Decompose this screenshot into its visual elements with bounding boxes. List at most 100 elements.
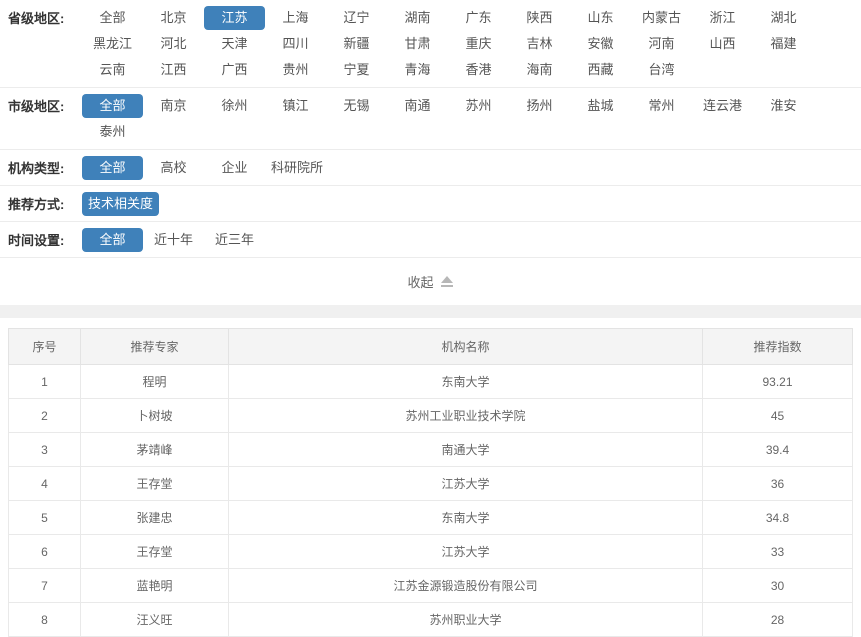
filter-label-province: 省级地区: [0,5,82,27]
expert-name: 蓝艳明 [81,569,229,603]
row-index: 4 [9,467,81,501]
filter-option-city[interactable]: 连云港 [692,94,753,118]
filter-option-province[interactable]: 安徽 [570,32,631,56]
filter-option-city[interactable]: 淮安 [753,94,814,118]
experts-table: 序号推荐专家机构名称推荐指数 1程明东南大学93.212卜树坡苏州工业职业技术学… [8,328,853,637]
row-index: 3 [9,433,81,467]
filter-options-rec-method: 技术相关度 [82,191,861,217]
org-name: 苏州职业大学 [229,603,703,637]
filter-option-province[interactable]: 浙江 [692,6,753,30]
filter-option-city[interactable]: 泰州 [82,120,143,144]
filter-option-province[interactable]: 天津 [204,32,265,56]
filter-option-province[interactable]: 青海 [387,58,448,82]
filter-option-province[interactable]: 河南 [631,32,692,56]
filter-option-province[interactable]: 黑龙江 [82,32,143,56]
filter-option-province[interactable]: 香港 [448,58,509,82]
expert-name: 程明 [81,365,229,399]
filter-option-province[interactable]: 内蒙古 [631,6,692,30]
filter-option-province[interactable]: 江西 [143,58,204,82]
expert-name: 卜树坡 [81,399,229,433]
filter-options-org-type: 全部高校企业科研院所 [82,155,861,181]
filter-option-city[interactable]: 无锡 [326,94,387,118]
filter-option-city[interactable]: 南京 [143,94,204,118]
filter-option-province[interactable]: 山东 [570,6,631,30]
filter-section-rec-method: 推荐方式:技术相关度 [0,186,861,222]
filter-option-org-type[interactable]: 高校 [143,156,204,180]
filter-option-city[interactable]: 南通 [387,94,448,118]
filter-option-time-range[interactable]: 近三年 [204,228,265,252]
filter-option-province[interactable]: 重庆 [448,32,509,56]
filter-section-city: 市级地区:全部南京徐州镇江无锡南通苏州扬州盐城常州连云港淮安泰州 [0,88,861,150]
score-value: 93.21 [703,365,853,399]
score-value: 45 [703,399,853,433]
filter-option-province[interactable]: 全部 [82,6,143,30]
org-name: 江苏大学 [229,535,703,569]
filter-option-province[interactable]: 新疆 [326,32,387,56]
table-row: 7蓝艳明江苏金源锻造股份有限公司30 [9,569,853,603]
filter-option-city[interactable]: 镇江 [265,94,326,118]
filter-panel: 省级地区:全部北京江苏上海辽宁湖南广东陕西山东内蒙古浙江湖北黑龙江河北天津四川新… [0,0,861,258]
filter-option-province[interactable]: 北京 [143,6,204,30]
filter-option-province[interactable]: 陕西 [509,6,570,30]
filter-option-city[interactable]: 盐城 [570,94,631,118]
table-row: 2卜树坡苏州工业职业技术学院45 [9,399,853,433]
column-header: 机构名称 [229,329,703,365]
org-name: 苏州工业职业技术学院 [229,399,703,433]
filter-option-province[interactable]: 云南 [82,58,143,82]
collapse-toggle[interactable]: 收起 [407,272,453,291]
expert-name: 王存堂 [81,535,229,569]
filter-option-province[interactable]: 福建 [753,32,814,56]
filter-option-province[interactable]: 西藏 [570,58,631,82]
filter-option-city[interactable]: 常州 [631,94,692,118]
table-row: 8汪义旺苏州职业大学28 [9,603,853,637]
filter-option-province[interactable]: 四川 [265,32,326,56]
filter-option-province[interactable]: 广西 [204,58,265,82]
filter-option-city[interactable]: 苏州 [448,94,509,118]
filter-label-time-range: 时间设置: [0,227,82,249]
org-name: 东南大学 [229,365,703,399]
filter-option-province[interactable]: 湖北 [753,6,814,30]
filter-option-province[interactable]: 辽宁 [326,6,387,30]
filter-options-time-range: 全部近十年近三年 [82,227,861,253]
filter-label-rec-method: 推荐方式: [0,191,82,213]
filter-label-org-type: 机构类型: [0,155,82,177]
filter-options-city: 全部南京徐州镇江无锡南通苏州扬州盐城常州连云港淮安泰州 [82,93,861,145]
filter-option-city[interactable]: 全部 [82,94,143,118]
filter-option-province[interactable]: 广东 [448,6,509,30]
filter-option-rec-method[interactable]: 技术相关度 [82,192,159,216]
filter-option-city[interactable]: 徐州 [204,94,265,118]
org-name: 东南大学 [229,501,703,535]
results-table-container: 序号推荐专家机构名称推荐指数 1程明东南大学93.212卜树坡苏州工业职业技术学… [8,328,853,637]
filter-option-province[interactable]: 江苏 [204,6,265,30]
filter-option-org-type[interactable]: 企业 [204,156,265,180]
filter-option-province[interactable]: 宁夏 [326,58,387,82]
filter-section-time-range: 时间设置:全部近十年近三年 [0,222,861,258]
expert-name: 汪义旺 [81,603,229,637]
org-name: 江苏大学 [229,467,703,501]
filter-option-province[interactable]: 山西 [692,32,753,56]
filter-option-province[interactable]: 河北 [143,32,204,56]
filter-option-province[interactable]: 湖南 [387,6,448,30]
filter-option-org-type[interactable]: 全部 [82,156,143,180]
filter-option-province[interactable]: 上海 [265,6,326,30]
filter-option-province[interactable]: 甘肃 [387,32,448,56]
table-header-row: 序号推荐专家机构名称推荐指数 [9,329,853,365]
filter-option-province[interactable]: 吉林 [509,32,570,56]
score-value: 36 [703,467,853,501]
column-header: 序号 [9,329,81,365]
section-separator [0,305,861,318]
collapse-label: 收起 [407,272,433,291]
filter-option-org-type[interactable]: 科研院所 [265,156,329,180]
score-value: 30 [703,569,853,603]
filter-option-time-range[interactable]: 近十年 [143,228,204,252]
table-row: 4王存堂江苏大学36 [9,467,853,501]
filter-option-time-range[interactable]: 全部 [82,228,143,252]
filter-option-city[interactable]: 扬州 [509,94,570,118]
table-row: 1程明东南大学93.21 [9,365,853,399]
filter-option-province[interactable]: 海南 [509,58,570,82]
filter-option-province[interactable]: 台湾 [631,58,692,82]
filter-option-province[interactable]: 贵州 [265,58,326,82]
filter-options-province: 全部北京江苏上海辽宁湖南广东陕西山东内蒙古浙江湖北黑龙江河北天津四川新疆甘肃重庆… [82,5,861,83]
column-header: 推荐专家 [81,329,229,365]
filter-section-org-type: 机构类型:全部高校企业科研院所 [0,150,861,186]
